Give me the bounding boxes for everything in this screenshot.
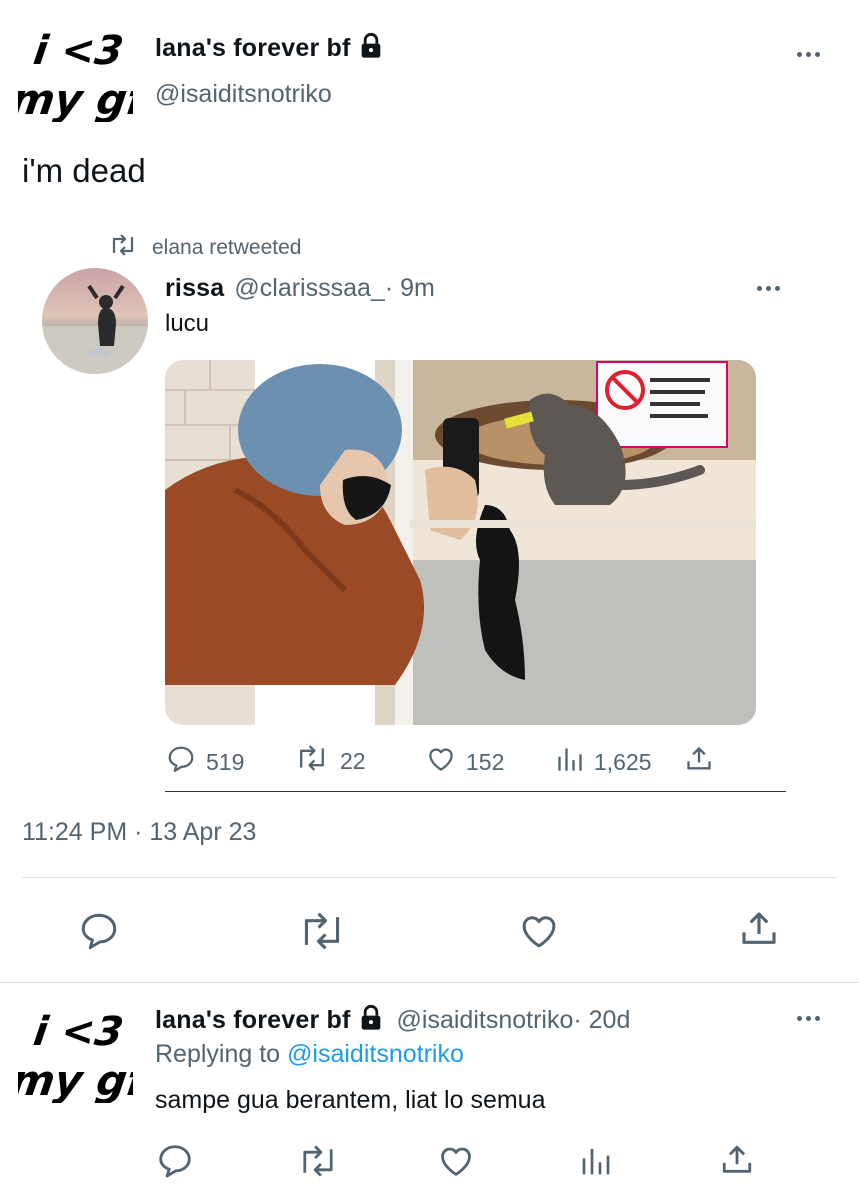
- reply-display-name[interactable]: lana's forever bf: [155, 1006, 351, 1035]
- reply-icon: [156, 1145, 194, 1184]
- reply-author-row: lana's forever bf @isaiditsnotriko · 20d: [155, 1004, 630, 1037]
- heart-icon: [517, 916, 561, 956]
- like-count: 152: [466, 748, 505, 775]
- avatar-line-2: my gf: [18, 75, 133, 122]
- reply-icon: [78, 913, 120, 956]
- avatar[interactable]: i <3 my gf: [8, 22, 154, 124]
- like-button[interactable]: [517, 910, 561, 957]
- reply-views-button[interactable]: [580, 1144, 612, 1183]
- replying-prefix: Replying to: [155, 1040, 288, 1068]
- quoted-divider: [165, 791, 786, 792]
- lock-icon: [357, 1004, 385, 1037]
- reply-reply-button[interactable]: [156, 1142, 194, 1185]
- tweet-text: i'm dead: [22, 152, 146, 189]
- views-icon: [556, 744, 584, 780]
- more-icon[interactable]: [797, 52, 820, 57]
- replying-to: Replying to @isaiditsnotriko: [155, 1040, 464, 1069]
- quoted-avatar[interactable]: [42, 268, 148, 374]
- quoted-media[interactable]: [165, 360, 756, 725]
- media-photo: [165, 360, 756, 725]
- quoted-display-name[interactable]: rissa: [165, 274, 224, 303]
- retweet-stat[interactable]: 22: [294, 744, 366, 778]
- thread-divider: [0, 982, 859, 983]
- reply-time[interactable]: · 20d: [573, 1006, 630, 1035]
- retweet-icon: [296, 912, 348, 954]
- reply-avatar[interactable]: i <3 my gf: [8, 1003, 154, 1105]
- quoted-author-row: rissa @clarisssaa_ · 9m: [165, 274, 435, 303]
- retweet-icon: [296, 1145, 340, 1182]
- display-name[interactable]: lana's forever bf: [155, 34, 351, 63]
- timestamp: 11:24 PM · 13 Apr 23: [22, 818, 257, 846]
- retweet-icon: [294, 744, 330, 778]
- share-icon: [739, 912, 779, 954]
- views-stat[interactable]: 1,625: [556, 744, 652, 780]
- quoted-share-button[interactable]: [685, 744, 713, 780]
- reply-icon: [166, 744, 196, 780]
- lock-icon: [357, 32, 385, 65]
- avatar-line-1: i <3: [31, 28, 126, 74]
- heart-icon: [426, 744, 456, 780]
- quoted-time[interactable]: · 9m: [385, 274, 435, 303]
- retweet-button[interactable]: [296, 912, 348, 955]
- timestamp-divider: [22, 877, 837, 878]
- reply-handle[interactable]: @isaiditsnotriko: [397, 1006, 574, 1035]
- retweet-note: elana retweeted: [108, 234, 301, 261]
- reply-retweet-button[interactable]: [296, 1144, 340, 1183]
- reply-text: sampe gua berantem, liat lo semua: [155, 1086, 546, 1114]
- replying-handle-link[interactable]: @isaiditsnotriko: [287, 1040, 464, 1068]
- reply-avatar-line-1: i <3: [31, 1009, 126, 1055]
- quoted-handle[interactable]: @clarisssaa_: [234, 274, 384, 303]
- avatar-logo-image: i <3 my gf: [8, 28, 154, 124]
- author-row: lana's forever bf: [155, 32, 385, 65]
- handle[interactable]: @isaiditsnotriko: [155, 80, 332, 109]
- reply-share-button[interactable]: [720, 1142, 754, 1183]
- share-button[interactable]: [739, 908, 779, 955]
- reply-stat[interactable]: 519: [166, 744, 244, 780]
- reply-more-icon[interactable]: [797, 1016, 820, 1021]
- reply-avatar-logo-image: i <3 my gf: [8, 1009, 154, 1105]
- reply-like-button[interactable]: [437, 1142, 475, 1185]
- retweet-note-text: elana retweeted: [152, 235, 302, 259]
- reply-count: 519: [206, 748, 245, 775]
- quoted-text: lucu: [165, 310, 210, 337]
- heart-icon: [437, 1147, 475, 1184]
- share-icon: [685, 744, 713, 780]
- views-count: 1,625: [594, 748, 652, 775]
- views-icon: [580, 1149, 612, 1182]
- quoted-avatar-image: [42, 268, 148, 374]
- reply-button[interactable]: [78, 910, 120, 957]
- quoted-more-icon[interactable]: [757, 286, 780, 291]
- reply-avatar-line-2: my gf: [18, 1056, 133, 1103]
- retweet-icon: [108, 234, 138, 261]
- retweet-count: 22: [340, 747, 366, 774]
- share-icon: [720, 1145, 754, 1182]
- like-stat[interactable]: 152: [426, 744, 504, 780]
